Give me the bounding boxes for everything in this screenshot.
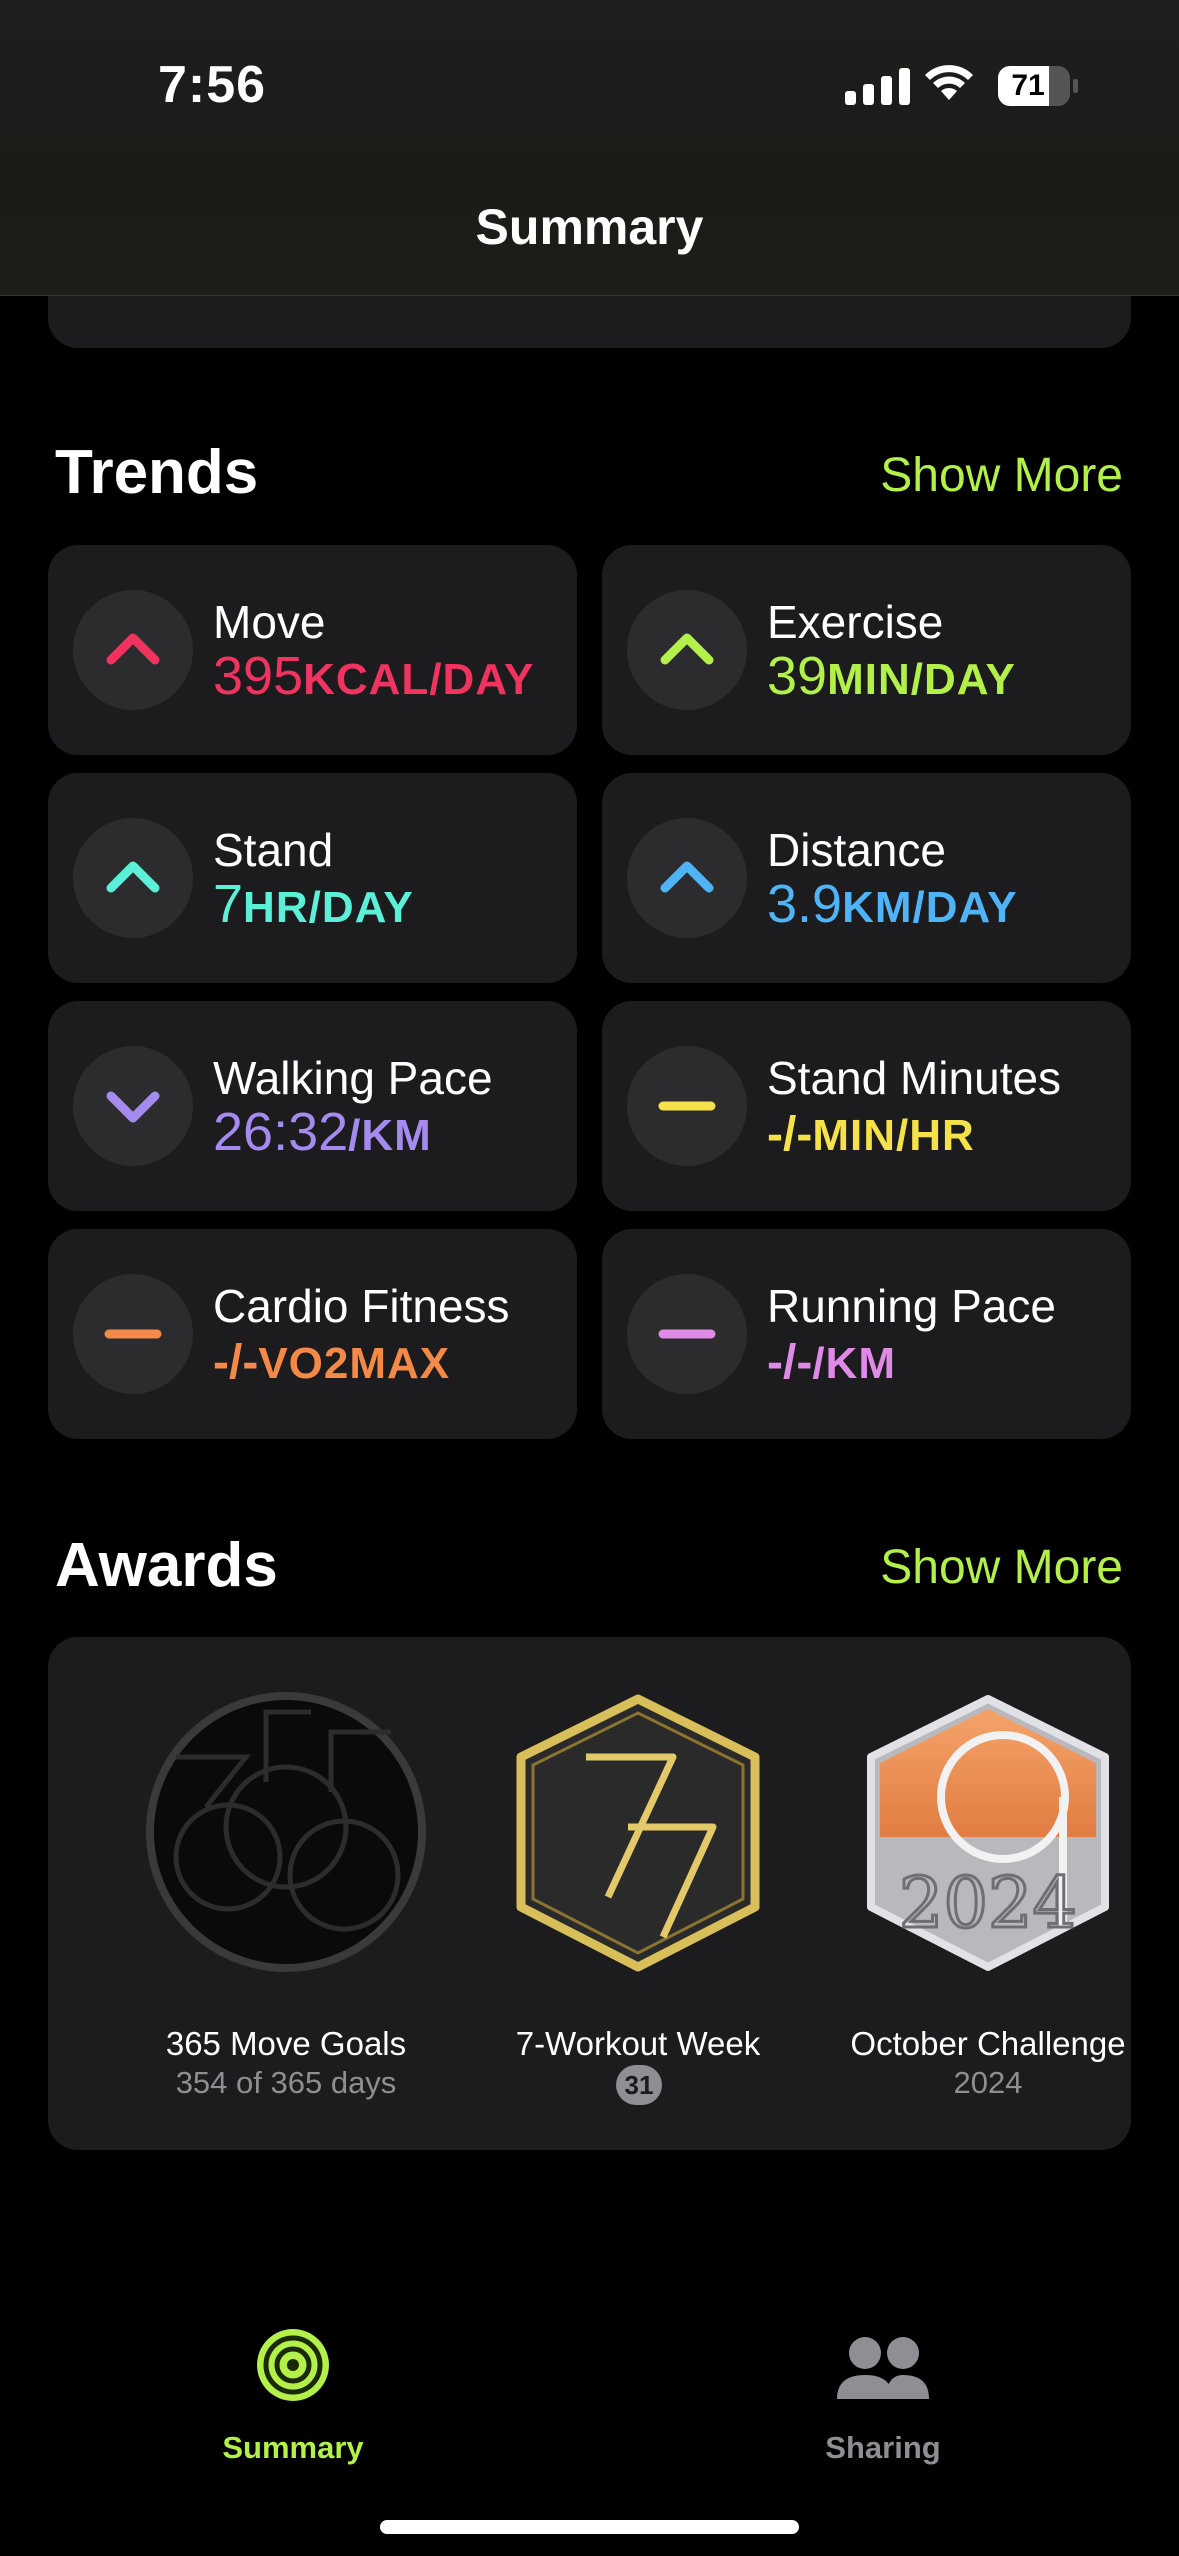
- dash-icon: [627, 1274, 747, 1394]
- battery-icon: 71: [998, 66, 1078, 106]
- status-time: 7:56: [158, 56, 267, 114]
- cellular-signal-icon: [845, 65, 910, 105]
- awards-card: 365 Move Goals 354 of 365 days 7-Workout…: [48, 1637, 1131, 2150]
- trend-value: -/-VO2MAX: [213, 1329, 450, 1391]
- award-count-badge: 31: [616, 2065, 662, 2105]
- award-progress: 354 of 365 days: [175, 2065, 397, 2100]
- trend-unit: MIN/DAY: [827, 655, 1016, 704]
- trend-value: 39MIN/DAY: [767, 645, 1016, 707]
- trend-value: 395KCAL/DAY: [213, 645, 534, 707]
- trend-card-move[interactable]: Move 395KCAL/DAY: [48, 545, 577, 755]
- award-name: 365 Move Goals: [165, 2025, 407, 2062]
- trend-unit: /KM: [348, 1111, 432, 1160]
- battery-level: 71: [1011, 69, 1045, 102]
- dash-icon: [627, 1046, 747, 1166]
- trend-unit: KM/DAY: [842, 883, 1018, 932]
- trend-label: Exercise: [767, 596, 944, 648]
- trend-value: -/-MIN/HR: [767, 1101, 975, 1163]
- trend-unit: VO2MAX: [258, 1339, 451, 1388]
- trend-label: Cardio Fitness: [213, 1280, 510, 1332]
- award-year: 2024: [953, 2065, 1023, 2100]
- trend-value: 7HR/DAY: [213, 873, 414, 935]
- awards-show-more-link[interactable]: Show More: [880, 1540, 1123, 1595]
- trends-show-more-link[interactable]: Show More: [880, 448, 1123, 503]
- trend-label: Running Pace: [767, 1280, 1056, 1332]
- trend-card-stand[interactable]: Stand 7HR/DAY: [48, 773, 577, 983]
- 7-workout-week-award-icon: [516, 1694, 760, 1972]
- trend-card-stand-minutes[interactable]: Stand Minutes -/-MIN/HR: [602, 1001, 1131, 1211]
- trend-label: Walking Pace: [213, 1052, 493, 1104]
- trend-label: Distance: [767, 824, 946, 876]
- awards-title: Awards: [55, 1531, 278, 1600]
- trend-number: 26:32: [213, 1102, 349, 1162]
- trend-card-running-pace[interactable]: Running Pace -/-/KM: [602, 1229, 1131, 1439]
- award-name: October Challenge: [850, 2025, 1126, 2062]
- page-title: Summary: [475, 199, 704, 255]
- chevron-up-icon: [627, 590, 747, 710]
- tab-label: Sharing: [825, 2430, 941, 2465]
- trend-card-cardio-fitness[interactable]: Cardio Fitness -/-VO2MAX: [48, 1229, 577, 1439]
- header: 7:56 71 Summary: [0, 0, 1179, 296]
- chevron-up-icon: [73, 590, 193, 710]
- trend-value: 26:32/KM: [213, 1101, 432, 1163]
- home-indicator[interactable]: [380, 2520, 799, 2534]
- svg-text:2024: 2024: [899, 1862, 1077, 1944]
- tab-bar: Summary Sharing: [0, 2300, 1179, 2556]
- trend-unit: KCAL/DAY: [303, 655, 535, 704]
- trend-unit: /KM: [812, 1339, 896, 1388]
- trend-value: 3.9KM/DAY: [767, 873, 1018, 935]
- trend-card-walking-pace[interactable]: Walking Pace 26:32/KM: [48, 1001, 577, 1211]
- activity-rings-icon: [257, 2329, 329, 2401]
- october-challenge-2024-award-icon: 2024: [867, 1695, 1109, 1971]
- award-name: 7-Workout Week: [515, 2025, 761, 2062]
- trends-title: Trends: [55, 438, 259, 507]
- trend-value: -/-/KM: [767, 1329, 896, 1391]
- trend-label: Stand: [213, 824, 334, 876]
- trend-unit: HR/DAY: [243, 883, 414, 932]
- trend-label: Move: [213, 596, 326, 648]
- trend-number: 3.9: [767, 874, 843, 934]
- trend-number: 7: [213, 874, 244, 934]
- trend-number: 395: [213, 646, 304, 706]
- people-icon: [837, 2337, 929, 2399]
- trend-card-distance[interactable]: Distance 3.9KM/DAY: [602, 773, 1131, 983]
- trend-number: 39: [767, 646, 828, 706]
- trend-number: -/-: [767, 1336, 813, 1389]
- trend-number: -/-: [767, 1108, 813, 1161]
- chevron-down-icon: [73, 1046, 193, 1166]
- wifi-icon: [925, 65, 973, 100]
- chevron-up-icon: [73, 818, 193, 938]
- trend-unit: MIN/HR: [812, 1111, 975, 1160]
- trend-label: Stand Minutes: [767, 1052, 1062, 1104]
- chevron-up-icon: [627, 818, 747, 938]
- trend-number: -/-: [213, 1336, 259, 1389]
- trend-card-exercise[interactable]: Exercise 39MIN/DAY: [602, 545, 1131, 755]
- 365-move-goals-award-icon: [146, 1692, 426, 1972]
- tab-label: Summary: [222, 2430, 364, 2465]
- dash-icon: [73, 1274, 193, 1394]
